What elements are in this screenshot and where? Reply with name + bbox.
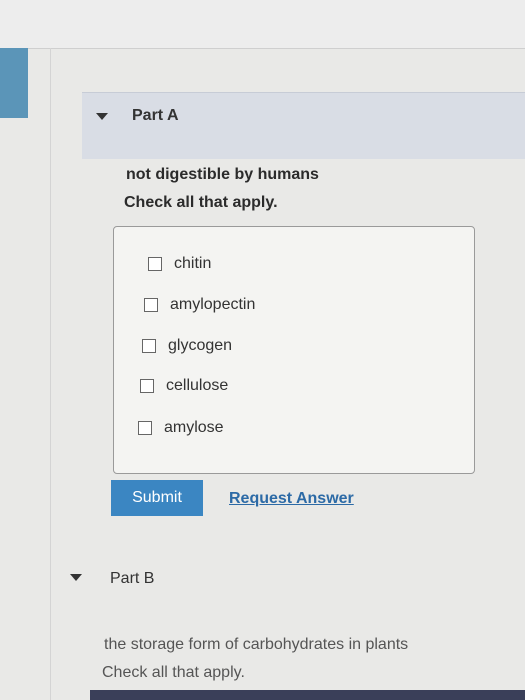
part-a-prompt: not digestible by humans: [126, 166, 319, 183]
option-chitin[interactable]: chitin: [148, 255, 211, 273]
checkbox[interactable]: [144, 298, 158, 312]
part-b-title[interactable]: Part B: [110, 570, 154, 588]
option-label: chitin: [174, 255, 212, 272]
option-amylose[interactable]: amylose: [138, 419, 224, 437]
part-a-instruction: Check all that apply.: [124, 194, 278, 211]
option-label: amylose: [164, 419, 224, 436]
side-nav-strip[interactable]: [0, 48, 28, 118]
part-a-header[interactable]: [82, 92, 525, 159]
top-band: [0, 0, 525, 49]
option-glycogen[interactable]: glycogen: [142, 337, 232, 355]
part-a-title[interactable]: Part A: [132, 107, 179, 125]
checkbox[interactable]: [138, 421, 152, 435]
checkbox[interactable]: [140, 379, 154, 393]
submit-button[interactable]: Submit: [111, 480, 203, 516]
request-answer-link[interactable]: Request Answer: [229, 490, 354, 508]
part-b-prompt: the storage form of carbohydrates in pla…: [104, 636, 409, 653]
checkbox[interactable]: [148, 257, 162, 271]
caret-down-icon[interactable]: [70, 574, 82, 581]
checkbox[interactable]: [142, 339, 156, 353]
option-label: cellulose: [166, 377, 229, 394]
content-divider: [50, 48, 51, 700]
part-b-instruction: Check all that apply.: [102, 664, 245, 681]
option-label: amylopectin: [170, 296, 256, 313]
options-box: chitin amylopectin glycogen cellulose am…: [113, 226, 475, 474]
caret-down-icon[interactable]: [96, 113, 108, 120]
option-cellulose[interactable]: cellulose: [140, 377, 228, 395]
option-amylopectin[interactable]: amylopectin: [144, 296, 255, 314]
option-label: glycogen: [168, 337, 233, 354]
bottom-band: [90, 690, 525, 700]
